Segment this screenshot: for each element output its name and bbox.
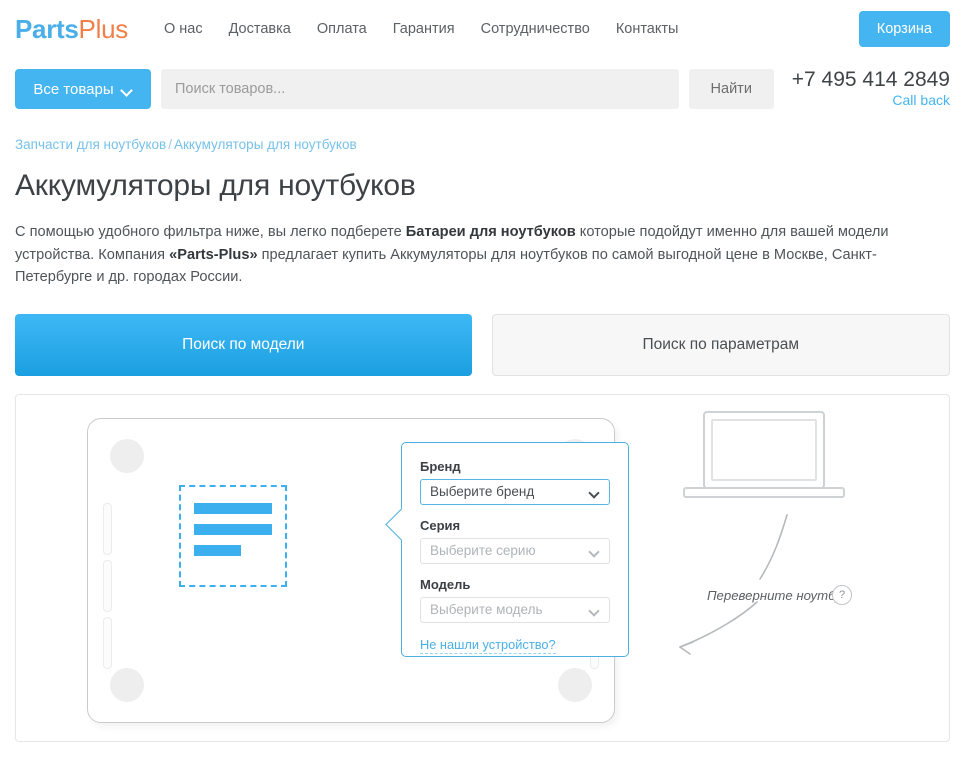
breadcrumb-current-link[interactable]: Аккумуляторы для ноутбуков [174,137,357,152]
model-search-card: Бренд Выберите бренд Серия Выберите сери… [15,394,950,742]
phone-number[interactable]: +7 495 414 2849 [792,68,950,92]
laptop-open-icon [656,395,965,741]
desc-text-1: С помощью удобного фильтра ниже, вы легк… [15,224,406,240]
page-description: С помощью удобного фильтра ниже, вы легк… [15,221,945,289]
page-content: Запчасти для ноутбуков/Аккумуляторы для … [0,137,965,289]
laptop-vent-icon [103,560,112,612]
callback-link[interactable]: Call back [892,92,950,108]
nav-item-cooperation[interactable]: Сотрудничество [481,21,590,37]
laptop-label-sticker-icon [179,485,287,587]
page-title: Аккумуляторы для ноутбуков [15,169,950,203]
nav-item-about[interactable]: О нас [164,21,203,37]
model-select-value: Выберите модель [430,602,542,617]
site-header: PartsPlus О нас Доставка Оплата Гарантия… [0,0,965,58]
laptop-foot-icon [110,668,144,702]
search-input[interactable] [161,69,679,109]
desc-bold-battery: Батареи для ноутбуков [406,224,576,240]
device-not-found-link[interactable]: Не нашли устройство? [420,637,556,654]
laptop-foot-icon [558,668,592,702]
laptop-vent-icon [103,503,112,555]
nav-item-contacts[interactable]: Контакты [616,21,679,37]
tab-search-by-parameters[interactable]: Поиск по параметрам [492,314,951,376]
flip-laptop-hint-text: Переверните ноутбук [707,588,848,603]
series-field-label: Серия [420,518,610,533]
logo-text-plus: Plus [79,14,128,44]
nav-item-payment[interactable]: Оплата [317,21,367,37]
search-mode-tabs: Поиск по модели Поиск по параметрам [0,314,965,376]
sticker-line-icon [194,524,272,535]
series-select-value: Выберите серию [430,543,536,558]
chevron-down-icon [122,86,133,93]
brand-field-label: Бренд [420,459,610,474]
contact-phone-block: +7 495 414 2849 Call back [792,68,950,111]
chevron-down-icon [590,548,599,557]
search-submit-button[interactable]: Найти [689,69,774,109]
cart-button[interactable]: Корзина [859,11,950,47]
breadcrumb-parent-link[interactable]: Запчасти для ноутбуков [15,137,166,152]
nav-item-warranty[interactable]: Гарантия [393,21,455,37]
chevron-down-icon [590,607,599,616]
chevron-down-icon [590,489,599,498]
model-filter-panel: Бренд Выберите бренд Серия Выберите сери… [401,442,629,657]
laptop-underside-illustration: Бренд Выберите бренд Серия Выберите сери… [87,418,615,723]
tab-search-by-model[interactable]: Поиск по модели [15,314,472,376]
desc-bold-company: «Parts-Plus» [169,247,257,263]
series-select[interactable]: Выберите серию [420,538,610,564]
breadcrumb-separator: / [168,137,172,152]
all-categories-label: Все товары [33,81,113,98]
sticker-line-icon [194,545,241,556]
brand-select-value: Выберите бренд [430,484,534,499]
brand-select[interactable]: Выберите бренд [420,479,610,505]
logo-text-parts: Parts [15,14,79,44]
site-logo[interactable]: PartsPlus [15,14,128,45]
sticker-line-icon [194,503,272,514]
main-navigation: О нас Доставка Оплата Гарантия Сотруднич… [164,21,679,37]
nav-item-delivery[interactable]: Доставка [229,21,291,37]
search-bar: Все товары Найти +7 495 414 2849 Call ba… [0,58,965,120]
model-field-label: Модель [420,577,610,592]
help-icon[interactable]: ? [832,585,852,605]
all-categories-dropdown[interactable]: Все товары [15,69,151,109]
laptop-vent-icon [103,617,112,669]
flip-laptop-illustration: Переверните ноутбук ? [656,395,965,741]
laptop-foot-icon [110,439,144,473]
model-select[interactable]: Выберите модель [420,597,610,623]
breadcrumb: Запчасти для ноутбуков/Аккумуляторы для … [15,137,950,152]
panel-pointer-icon [385,508,418,541]
